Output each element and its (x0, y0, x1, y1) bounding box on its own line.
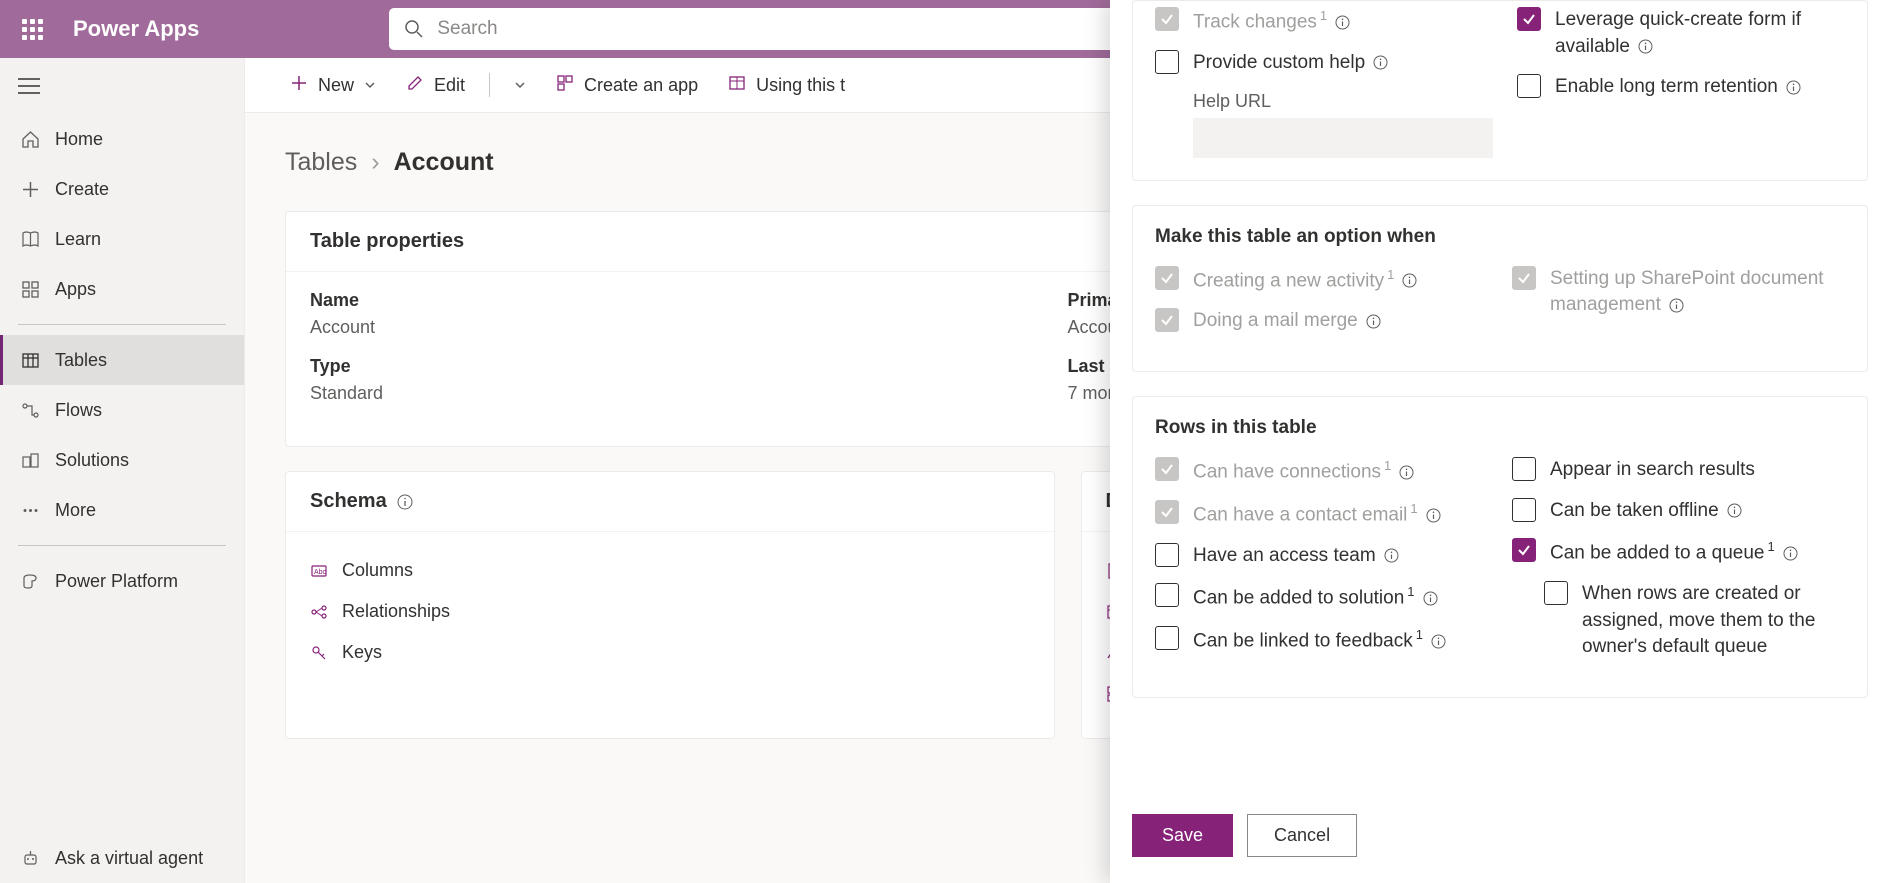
apps-icon (21, 280, 40, 299)
search-input[interactable] (389, 8, 1169, 50)
info-icon[interactable] (1638, 39, 1653, 54)
toolbar-edit-dropdown[interactable] (504, 73, 536, 97)
section-rows: Rows in this table Can have connections1… (1132, 396, 1868, 698)
left-nav: Home Create Learn Apps Tables Flows Solu… (0, 58, 245, 883)
nav-home[interactable]: Home (0, 114, 244, 164)
prop-name-label: Name (310, 290, 1068, 311)
nav-learn[interactable]: Learn (0, 214, 244, 264)
nav-apps[interactable]: Apps (0, 264, 244, 314)
flow-icon (21, 401, 40, 420)
cancel-button[interactable]: Cancel (1247, 814, 1357, 857)
nav-virtual-agent[interactable]: Ask a virtual agent (0, 833, 244, 883)
checkbox-quick-create[interactable] (1517, 7, 1541, 31)
info-icon[interactable] (1783, 546, 1798, 561)
nav-more[interactable]: More (0, 485, 244, 535)
nav-power-platform[interactable]: Power Platform (0, 556, 244, 606)
nav-solutions[interactable]: Solutions (0, 435, 244, 485)
edit-icon (406, 74, 424, 97)
checkbox-track-changes (1155, 7, 1179, 31)
toolbar-new[interactable]: New (280, 68, 386, 103)
section-title: Make this table an option when (1155, 226, 1845, 248)
help-url-input[interactable] (1193, 118, 1493, 158)
bot-icon (21, 849, 40, 868)
info-icon[interactable] (1384, 548, 1399, 563)
link-columns[interactable]: AbcColumns (310, 550, 1030, 591)
checkbox-search-results[interactable] (1512, 457, 1536, 481)
info-icon[interactable] (1727, 503, 1742, 518)
help-url-label: Help URL (1193, 91, 1493, 112)
book-icon (21, 230, 40, 249)
checkbox-solution[interactable] (1155, 583, 1179, 607)
hamburger-icon[interactable] (18, 78, 244, 99)
info-icon[interactable] (1426, 508, 1441, 523)
info-icon[interactable] (1786, 80, 1801, 95)
checkbox-queue[interactable] (1512, 538, 1536, 562)
table-icon (21, 351, 40, 370)
breadcrumb-parent[interactable]: Tables (285, 148, 357, 177)
link-keys[interactable]: Keys (310, 632, 1030, 673)
toolbar-edit[interactable]: Edit (396, 68, 475, 103)
section-table-option: Make this table an option when Creating … (1132, 205, 1868, 373)
info-icon[interactable] (397, 494, 413, 510)
checkbox-feedback[interactable] (1155, 626, 1179, 650)
plus-icon (21, 180, 40, 199)
panel-footer: Save Cancel (1110, 792, 1890, 883)
section-title: Rows in this table (1155, 417, 1845, 439)
home-icon (21, 130, 40, 149)
prop-name-value: Account (310, 317, 1068, 338)
info-icon[interactable] (1399, 465, 1414, 480)
app-icon (556, 74, 574, 97)
brand-title: Power Apps (73, 16, 199, 42)
checkbox-queue-default[interactable] (1544, 581, 1568, 605)
save-button[interactable]: Save (1132, 814, 1233, 857)
toolbar-using-table[interactable]: Using this t (718, 68, 855, 103)
chevron-down-icon (514, 79, 526, 91)
info-icon[interactable] (1335, 15, 1350, 30)
checkbox-custom-help[interactable] (1155, 50, 1179, 74)
checkbox-mail-merge (1155, 308, 1179, 332)
app-launcher-icon[interactable] (22, 19, 43, 40)
columns-icon: Abc (310, 562, 328, 580)
info-icon[interactable] (1669, 298, 1684, 313)
solutions-icon (21, 451, 40, 470)
link-relationships[interactable]: Relationships (310, 591, 1030, 632)
checkbox-access-team[interactable] (1155, 543, 1179, 567)
prop-type-value: Standard (310, 383, 1068, 404)
checkbox-offline[interactable] (1512, 498, 1536, 522)
table-icon (728, 74, 746, 97)
info-icon[interactable] (1366, 314, 1381, 329)
info-icon[interactable] (1423, 591, 1438, 606)
checkbox-contact-email (1155, 500, 1179, 524)
checkbox-long-term[interactable] (1517, 74, 1541, 98)
svg-text:Abc: Abc (314, 569, 327, 576)
relationships-icon (310, 603, 328, 621)
plus-icon (290, 74, 308, 97)
keys-icon (310, 644, 328, 662)
power-platform-icon (21, 572, 40, 591)
checkbox-sharepoint (1512, 266, 1536, 290)
breadcrumb-current: Account (394, 148, 494, 177)
prop-type-label: Type (310, 356, 1068, 377)
chevron-down-icon (364, 79, 376, 91)
nav-tables[interactable]: Tables (0, 335, 244, 385)
search-icon (404, 19, 424, 39)
toolbar-create-app[interactable]: Create an app (546, 68, 708, 103)
chevron-right-icon: › (371, 148, 379, 177)
schema-card: Schema AbcColumns Relationships Keys (285, 471, 1055, 739)
card-title: Schema (286, 472, 1054, 532)
more-icon (21, 501, 40, 520)
info-icon[interactable] (1402, 273, 1417, 288)
nav-flows[interactable]: Flows (0, 385, 244, 435)
checkbox-new-activity (1155, 266, 1179, 290)
nav-create[interactable]: Create (0, 164, 244, 214)
checkbox-connections (1155, 457, 1179, 481)
properties-panel: Track changes1 Provide custom help Help … (1110, 0, 1890, 883)
info-icon[interactable] (1431, 634, 1446, 649)
info-icon[interactable] (1373, 55, 1388, 70)
